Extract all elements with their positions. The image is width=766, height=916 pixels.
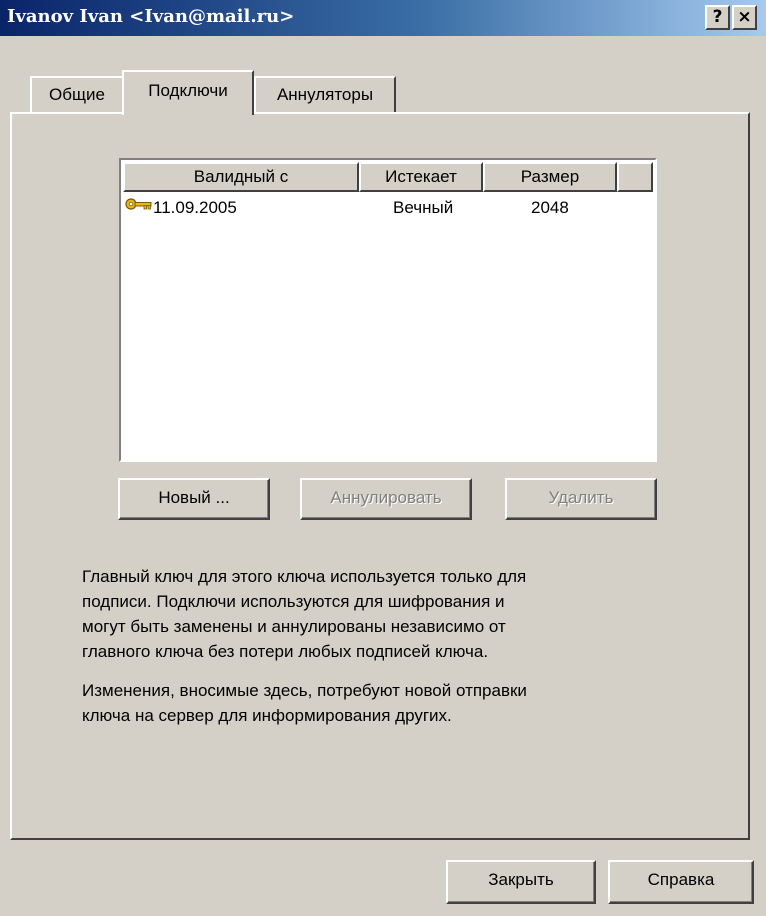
key-icon — [125, 196, 153, 221]
description-line: могут быть заменены и аннулированы незав… — [82, 617, 506, 636]
delete-label: Удалить — [548, 488, 614, 507]
window-title: Ivanov Ivan <Ivan@mail.ru> — [7, 6, 295, 27]
revoke-label: Аннулировать — [330, 488, 442, 507]
description-line: Главный ключ для этого ключа используетс… — [82, 567, 527, 586]
cell-size: 2048 — [531, 198, 569, 217]
column-size[interactable]: Размер — [483, 162, 617, 192]
subkeys-list[interactable]: Валидный с Истекает Размер 11.09.2005 Ве… — [119, 158, 657, 462]
column-valid-from[interactable]: Валидный с — [123, 162, 359, 192]
description-paragraph-1: Главный ключ для этого ключа используетс… — [82, 564, 712, 664]
help-button[interactable]: ? — [705, 5, 730, 30]
cell-valid-from: 11.09.2005 — [153, 198, 237, 217]
tab-general[interactable]: Общие — [30, 76, 124, 112]
column-valid-from-label: Валидный с — [193, 167, 289, 186]
tab-general-label: Общие — [49, 85, 105, 104]
cell-expires: Вечный — [393, 198, 454, 217]
list-header: Валидный с Истекает Размер — [123, 162, 653, 192]
help-dialog-label: Справка — [647, 870, 715, 889]
column-size-label: Размер — [520, 167, 580, 186]
help-dialog-button[interactable]: Справка — [608, 860, 754, 904]
revoke-button[interactable]: Аннулировать — [300, 478, 472, 520]
title-bar: Ivanov Ivan <Ivan@mail.ru> ? × — [0, 0, 766, 36]
column-expires[interactable]: Истекает — [359, 162, 483, 192]
description-line: Изменения, вносимые здесь, потребуют нов… — [82, 681, 527, 700]
close-button[interactable]: × — [732, 5, 757, 30]
column-expires-label: Истекает — [385, 167, 457, 186]
tab-subkeys-label: Подключи — [148, 81, 228, 100]
tab-subkeys[interactable]: Подключи — [122, 70, 254, 115]
new-subkey-label: Новый ... — [158, 488, 230, 507]
close-dialog-button[interactable]: Закрыть — [446, 860, 596, 904]
help-icon: ? — [712, 7, 723, 27]
description-paragraph-2: Изменения, вносимые здесь, потребуют нов… — [82, 678, 712, 728]
new-subkey-button[interactable]: Новый ... — [118, 478, 270, 520]
description-line: главного ключа без потери любых подписей… — [82, 642, 489, 661]
description-line: подписи. Подключи используются для шифро… — [82, 592, 505, 611]
column-filler — [617, 162, 653, 192]
tab-revokers[interactable]: Аннуляторы — [254, 76, 396, 112]
close-icon: × — [737, 7, 752, 27]
close-dialog-label: Закрыть — [488, 870, 554, 889]
tab-revokers-label: Аннуляторы — [276, 85, 374, 104]
delete-button[interactable]: Удалить — [505, 478, 657, 520]
description-line: ключа на сервер для информирования други… — [82, 706, 452, 725]
list-item[interactable]: 11.09.2005 Вечный 2048 — [125, 194, 645, 222]
